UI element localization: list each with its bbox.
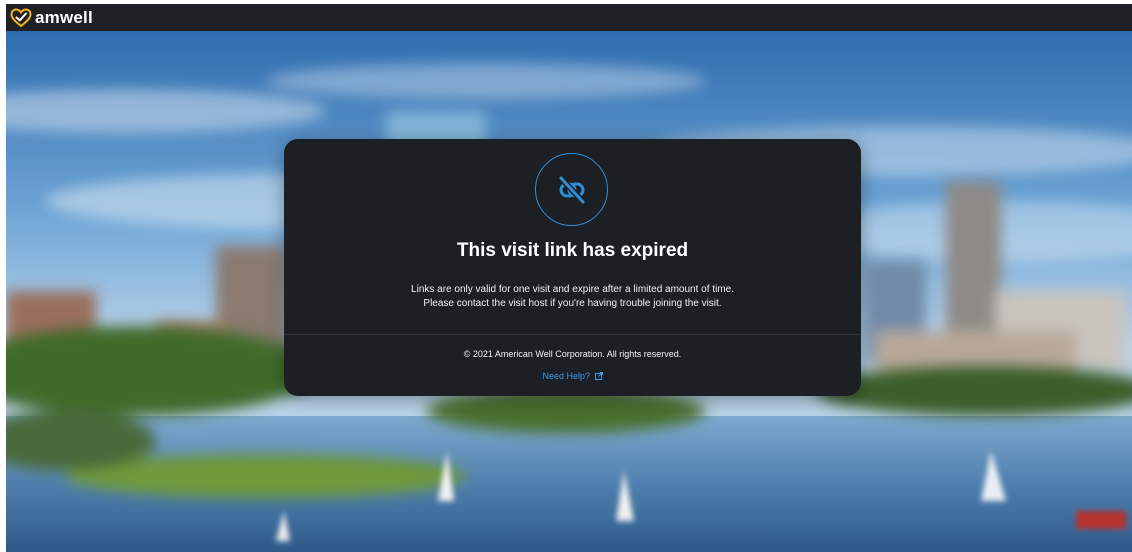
external-link-icon — [594, 372, 603, 382]
need-help-link[interactable]: Need Help? — [542, 371, 603, 382]
top-bar: amwell — [6, 4, 1132, 31]
expired-link-dialog: This visit link has expired Links are on… — [284, 139, 861, 396]
divider — [284, 334, 861, 335]
need-help-label: Need Help? — [542, 371, 590, 381]
heart-check-logo-icon — [10, 7, 32, 28]
description-line-1: Links are only valid for one visit and e… — [411, 284, 734, 295]
page: amwell This visit link has expired Links… — [6, 4, 1132, 552]
help-row: Need Help? — [284, 371, 861, 382]
brand: amwell — [10, 8, 93, 28]
broken-link-icon — [535, 153, 608, 226]
copyright-text: © 2021 American Well Corporation. All ri… — [463, 349, 682, 359]
description-line-2: Please contact the visit host if you're … — [423, 298, 722, 309]
dialog-title: This visit link has expired — [456, 240, 689, 261]
brand-name: amwell — [35, 7, 93, 27]
dialog-description: Links are only valid for one visit and e… — [284, 283, 861, 311]
